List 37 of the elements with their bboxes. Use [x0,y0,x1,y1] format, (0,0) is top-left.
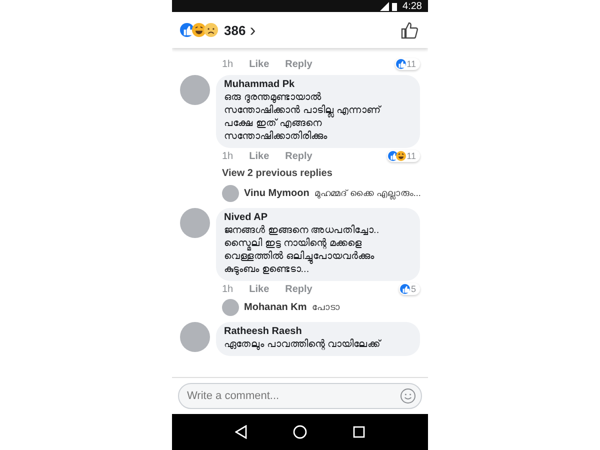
reply-snippet: മുഹമ്മദ് ക്കൈ എല്ലാരും... [314,188,421,199]
comment-text-line: പക്ഷേ ഇത് എങ്ങനെ [224,118,323,130]
thumbs-up-icon[interactable] [400,21,418,39]
avatar-circle [180,208,210,238]
comment-text-line: കുടുംബം ഉണ്ടെടാ... [224,264,310,276]
reply-snippet: പോടാ [312,302,340,313]
clock-time: 4:28 [402,0,422,12]
avatar-circle [222,185,239,202]
avatar-circle [180,322,210,352]
reaction-count: 5 [410,284,416,294]
comment-text-line: സ്മൈലി ഇട്ട നായിന്റെ മക്കളെ [224,237,363,250]
comment-time: 1h [222,58,234,70]
reply-author[interactable]: Vinu Mymoon [244,188,310,199]
comment-text-line: വെള്ളത്തിൽ ഒലിച്ചുപോയവർക്കും [224,250,376,263]
reaction-count: 11 [406,59,416,69]
comment-text-line: സന്തോഷിക്കാൻ പാടില്ല എന്നാണ് [224,104,382,117]
comment-text-line: ജനങ്ങൾ ഇങ്ങനെ അധപതിച്ചോ.. [224,224,380,237]
comment-text-line: ഒരു ദുരന്തമുണ്ടായാൽ [224,91,322,104]
comment-input-field[interactable]: Write a comment... [178,383,422,409]
avatar-circle [180,75,210,105]
comment-text-line: ഏതേലും പാവത്തിന്റെ വായിലേക്ക് [224,338,382,351]
reaction-count: 11 [406,151,416,161]
comment-author[interactable]: Nived AP [224,212,410,223]
comment-time: 1h [222,150,234,162]
comment-author[interactable]: Muhammad Pk [224,79,410,90]
smiley-icon[interactable] [400,388,416,404]
comment-text-line: സന്തോഷിക്കാതിരിക്കും [224,130,328,143]
comment-time: 1h [222,284,234,294]
home-icon[interactable] [293,425,307,439]
chevron-link[interactable]: › [250,21,256,39]
reply-author[interactable]: Mohanan Km [244,302,307,313]
view-replies-link[interactable]: View 2 previous replies [180,162,420,181]
back-icon[interactable] [235,425,247,439]
recents-icon[interactable] [353,426,365,438]
comment-author[interactable]: Ratheesh Raesh [224,326,410,337]
reaction-count: 386 [224,22,246,38]
avatar-circle [222,299,239,316]
